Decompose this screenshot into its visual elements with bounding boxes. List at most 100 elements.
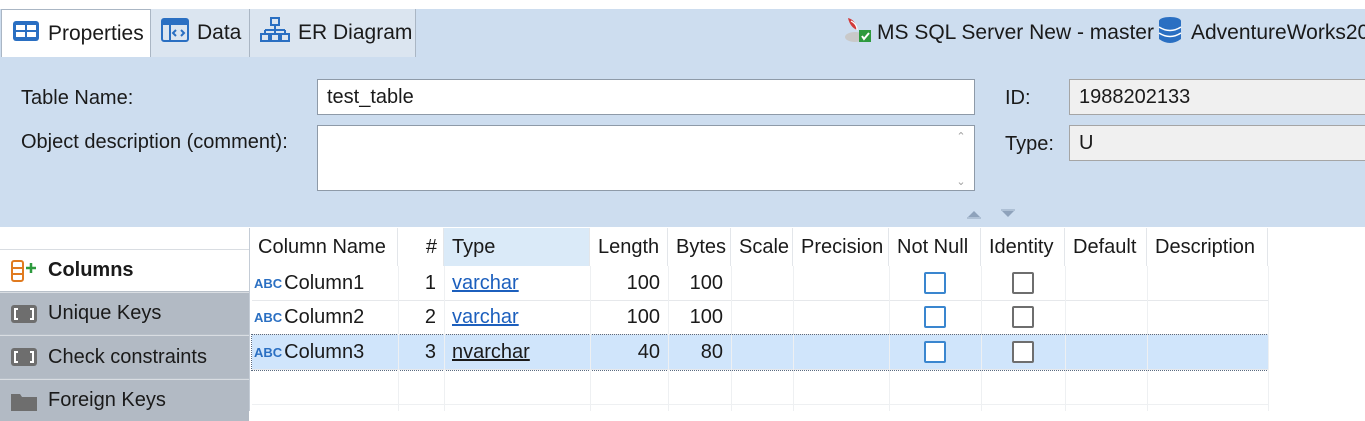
- table-row-selected[interactable]: ABC Column3 3 nvarchar 40 80: [251, 334, 1269, 371]
- column-divider: [981, 266, 982, 411]
- identity-checkbox[interactable]: [1012, 300, 1042, 334]
- database-selector[interactable]: AdventureWorks20: [1157, 9, 1365, 57]
- checkbox-box[interactable]: [924, 272, 946, 294]
- sidebar-item-unique-keys[interactable]: Unique Keys: [0, 292, 249, 334]
- column-type-link[interactable]: nvarchar: [452, 335, 590, 369]
- id-field: 1988202133: [1069, 79, 1365, 115]
- header-not-null[interactable]: Not Null: [889, 228, 981, 266]
- column-number: 3: [424, 340, 436, 363]
- tab-label: Data: [197, 21, 242, 44]
- header-description[interactable]: Description: [1147, 228, 1268, 266]
- check-constraints-icon: [10, 346, 38, 368]
- column-divider: [889, 266, 890, 411]
- column-divider: [1268, 266, 1269, 411]
- tab-label: Properties: [48, 21, 144, 45]
- column-length: 40: [637, 340, 660, 363]
- checkbox-box[interactable]: [1012, 341, 1034, 363]
- textarea-scrollbar[interactable]: ⌃ ⌄: [954, 130, 968, 188]
- not-null-checkbox[interactable]: [924, 266, 954, 300]
- sidebar-item-label: Unique Keys: [48, 302, 162, 324]
- table-row[interactable]: ABC Column1 1 varchar 100 100: [252, 266, 1268, 301]
- table-name-label: Table Name:: [21, 87, 134, 109]
- column-name-cell[interactable]: ABC Column3: [254, 335, 400, 369]
- collapse-down-icon[interactable]: [1000, 209, 1016, 219]
- tab-data[interactable]: Data: [151, 9, 250, 57]
- column-divider: [731, 266, 732, 411]
- header-identity[interactable]: Identity: [981, 228, 1065, 266]
- sidebar-item-label: Check constraints: [48, 345, 207, 368]
- description-textarea[interactable]: ⌃ ⌄: [317, 125, 975, 191]
- sql-server-icon: [843, 15, 873, 51]
- header-type[interactable]: Type: [444, 228, 590, 266]
- type-link-text[interactable]: nvarchar: [452, 341, 530, 364]
- database-name: AdventureWorks20: [1191, 21, 1365, 44]
- properties-icon: [12, 20, 40, 48]
- type-link-text[interactable]: varchar: [452, 272, 519, 295]
- checkbox-box[interactable]: [924, 306, 946, 328]
- text-type-icon: ABC: [254, 309, 283, 325]
- column-bytes: 100: [689, 271, 723, 294]
- column-divider: [1065, 266, 1066, 411]
- checkbox-box[interactable]: [1012, 306, 1034, 328]
- table-row[interactable]: ABC Column2 2 varchar 100 100: [252, 300, 1268, 335]
- not-null-checkbox[interactable]: [924, 300, 954, 334]
- column-number: 2: [424, 305, 436, 328]
- type-link-text[interactable]: varchar: [452, 306, 519, 329]
- er-diagram-icon: [260, 17, 290, 49]
- column-length: 100: [626, 305, 660, 328]
- tab-er-diagram[interactable]: ER Diagram: [250, 9, 416, 57]
- text-type-icon: ABC: [254, 275, 283, 291]
- columns-grid: Column Name # Type Length Bytes Scale Pr…: [249, 228, 1365, 411]
- column-name: Column2: [284, 305, 365, 328]
- panel-splitter[interactable]: [966, 209, 1016, 219]
- header-bytes[interactable]: Bytes: [668, 228, 731, 266]
- table-name-input[interactable]: test_table: [317, 79, 975, 115]
- header-number[interactable]: #: [398, 228, 444, 266]
- column-divider: [444, 266, 445, 411]
- type-value: U: [1079, 131, 1094, 154]
- checkbox-box[interactable]: [1012, 272, 1034, 294]
- data-icon: [161, 18, 189, 48]
- columns-icon: [10, 259, 38, 282]
- column-type-link[interactable]: varchar: [452, 266, 590, 300]
- header-length[interactable]: Length: [590, 228, 668, 266]
- sidebar-item-label: Columns: [48, 259, 134, 281]
- database-icon: [1157, 16, 1183, 50]
- column-number: 1: [424, 271, 436, 294]
- tab-label: ER Diagram: [298, 21, 413, 44]
- column-type-link[interactable]: varchar: [452, 300, 590, 334]
- type-field: U: [1069, 125, 1365, 161]
- sidebar-item-columns[interactable]: Columns: [0, 249, 249, 291]
- empty-row: [252, 370, 1268, 405]
- id-label: ID:: [1005, 87, 1031, 109]
- tab-properties[interactable]: Properties: [1, 9, 151, 57]
- scroll-up-icon[interactable]: ⌃: [956, 130, 965, 143]
- connection-selector[interactable]: MS SQL Server New - master: [843, 9, 1154, 57]
- identity-checkbox[interactable]: [1012, 335, 1042, 369]
- id-value: 1988202133: [1079, 85, 1191, 108]
- scroll-down-icon[interactable]: ⌄: [956, 175, 965, 188]
- column-bytes: 100: [689, 305, 723, 328]
- identity-checkbox[interactable]: [1012, 266, 1042, 300]
- header-scale[interactable]: Scale: [731, 228, 793, 266]
- foreign-keys-icon: [10, 390, 38, 412]
- connection-name: MS SQL Server New - master: [877, 21, 1154, 44]
- column-divider: [793, 266, 794, 411]
- type-label: Type:: [1005, 133, 1054, 155]
- column-name: Column3: [284, 340, 365, 363]
- header-precision[interactable]: Precision: [793, 228, 889, 266]
- column-name-cell[interactable]: ABC Column2: [254, 300, 400, 334]
- sidebar-item-foreign-keys[interactable]: Foreign Keys: [0, 379, 249, 421]
- sidebar-item-check-constraints[interactable]: Check constraints: [0, 335, 249, 378]
- header-column-name[interactable]: Column Name: [250, 228, 398, 266]
- sidebar-item-label: Foreign Keys: [48, 389, 166, 411]
- collapse-up-icon[interactable]: [966, 209, 982, 219]
- properties-panel: Table Name: test_table Object descriptio…: [0, 57, 1365, 227]
- checkbox-box[interactable]: [924, 341, 946, 363]
- description-label: Object description (comment):: [21, 131, 288, 153]
- column-bytes: 80: [700, 340, 723, 363]
- column-name-cell[interactable]: ABC Column1: [254, 266, 400, 300]
- header-default[interactable]: Default: [1065, 228, 1147, 266]
- column-name: Column1: [284, 271, 365, 294]
- not-null-checkbox[interactable]: [924, 335, 954, 369]
